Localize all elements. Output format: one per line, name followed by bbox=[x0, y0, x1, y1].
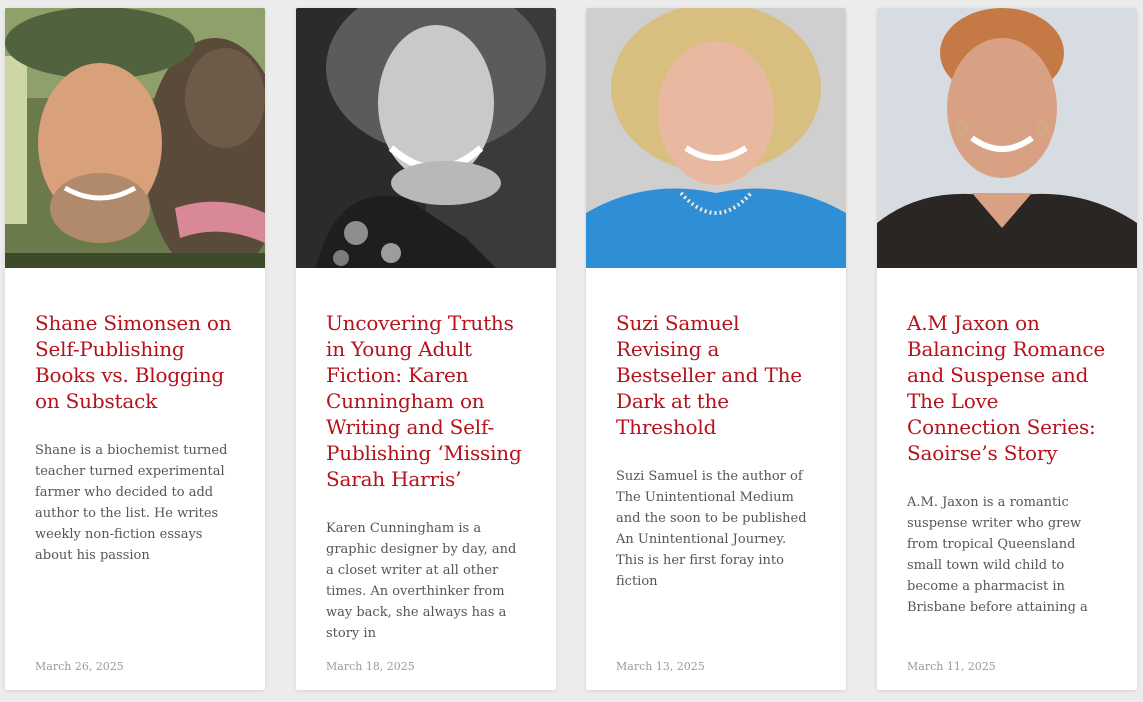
post-thumbnail[interactable] bbox=[5, 8, 265, 268]
post-title[interactable]: Uncovering Truths in Young Adult Fiction… bbox=[326, 310, 526, 492]
post-thumbnail[interactable] bbox=[877, 8, 1137, 268]
post-title[interactable]: Shane Simonsen on Self-Publishing Books … bbox=[35, 310, 235, 414]
post-card[interactable]: Uncovering Truths in Young Adult Fiction… bbox=[296, 8, 556, 690]
post-grid: Shane Simonsen on Self-Publishing Books … bbox=[0, 0, 1143, 702]
post-card[interactable]: A.M Jaxon on Balancing Romance and Suspe… bbox=[877, 8, 1137, 690]
post-excerpt: Suzi Samuel is the author of The Uninten… bbox=[616, 469, 807, 589]
post-excerpt: A.M. Jaxon is a romantic suspense writer… bbox=[907, 495, 1088, 615]
post-card[interactable]: Suzi Samuel Revising a Bestseller and Th… bbox=[586, 8, 846, 690]
post-thumbnail[interactable] bbox=[296, 8, 556, 268]
post-title[interactable]: A.M Jaxon on Balancing Romance and Suspe… bbox=[907, 310, 1107, 466]
post-thumbnail[interactable] bbox=[586, 8, 846, 268]
post-date: March 26, 2025 bbox=[35, 660, 124, 673]
post-date: March 18, 2025 bbox=[326, 660, 415, 673]
post-card[interactable]: Shane Simonsen on Self-Publishing Books … bbox=[5, 8, 265, 690]
post-date: March 13, 2025 bbox=[616, 660, 705, 673]
post-excerpt: Karen Cunningham is a graphic designer b… bbox=[326, 521, 517, 641]
post-title[interactable]: Suzi Samuel Revising a Bestseller and Th… bbox=[616, 310, 816, 440]
post-date: March 11, 2025 bbox=[907, 660, 996, 673]
post-excerpt: Shane is a biochemist turned teacher tur… bbox=[35, 443, 228, 563]
